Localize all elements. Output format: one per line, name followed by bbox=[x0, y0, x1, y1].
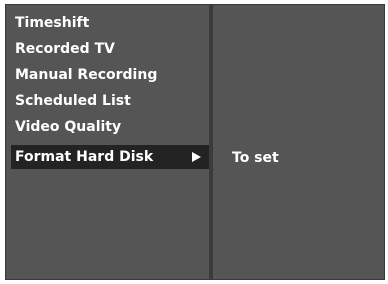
osd-menu-panel: Timeshift Recorded TV Manual Recording S… bbox=[5, 4, 385, 280]
submenu-item-to-set[interactable]: To set bbox=[232, 146, 279, 170]
menu-item-format-hard-disk[interactable]: Format Hard Disk bbox=[11, 145, 209, 169]
menu-item-label: Scheduled List bbox=[15, 93, 131, 109]
menu-item-manual-recording[interactable]: Manual Recording bbox=[11, 63, 209, 87]
menu-item-timeshift[interactable]: Timeshift bbox=[11, 11, 209, 35]
menu-item-label: Timeshift bbox=[15, 15, 90, 31]
submenu-item-label: To set bbox=[232, 150, 279, 166]
menu-item-label: Recorded TV bbox=[15, 41, 115, 57]
menu-item-video-quality[interactable]: Video Quality bbox=[11, 115, 209, 139]
menu-item-label: Manual Recording bbox=[15, 67, 158, 83]
main-menu-list: Timeshift Recorded TV Manual Recording S… bbox=[6, 5, 213, 279]
menu-item-scheduled-list[interactable]: Scheduled List bbox=[11, 89, 209, 113]
menu-item-label: Format Hard Disk bbox=[15, 149, 154, 165]
menu-item-label: Video Quality bbox=[15, 119, 122, 135]
play-arrow-icon bbox=[192, 152, 201, 162]
submenu-pane: To set bbox=[213, 5, 384, 279]
menu-item-recorded-tv[interactable]: Recorded TV bbox=[11, 37, 209, 61]
